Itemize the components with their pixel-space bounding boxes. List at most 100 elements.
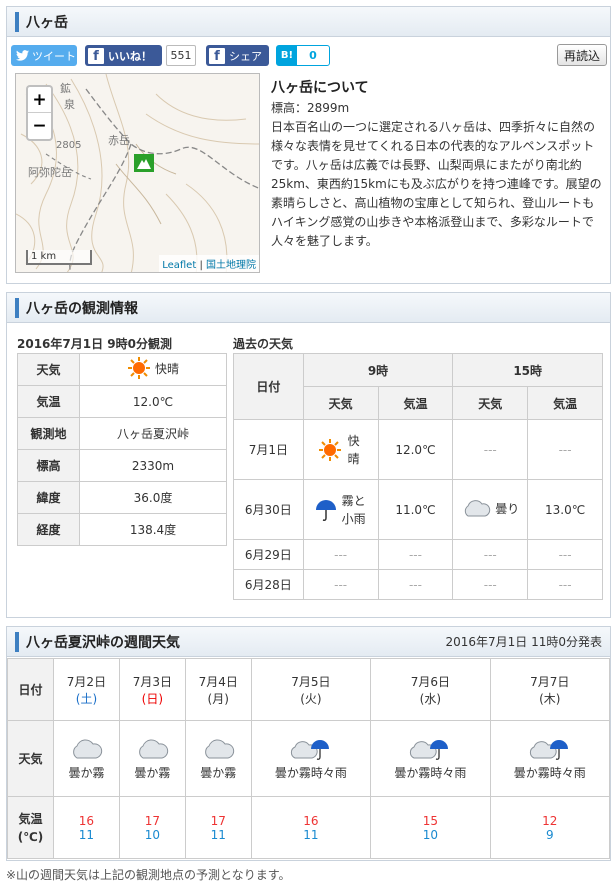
sun-icon bbox=[127, 357, 150, 379]
table-row: 天気 快晴 bbox=[17, 353, 227, 386]
cloud-umbrella-icon bbox=[290, 739, 329, 760]
about-elevation: 標高：2899m bbox=[271, 101, 350, 115]
row-key: 天気 bbox=[7, 720, 54, 797]
table-row: 7月1日 快晴 12.0℃ --- --- bbox=[233, 419, 603, 480]
day-weather: 曇か霧 bbox=[53, 720, 120, 797]
share-label: シェア bbox=[229, 49, 262, 63]
table-row: 経度 138.4度 bbox=[17, 513, 227, 546]
row-weather-15h: --- bbox=[452, 419, 529, 480]
facebook-share-button[interactable]: f シェア bbox=[206, 45, 269, 66]
day-date: 7月3日 (日) bbox=[118, 658, 186, 721]
published-time: 2016年7月1日 11時0分発表 bbox=[445, 635, 602, 649]
row-temp-15h: --- bbox=[527, 539, 603, 570]
high-temp: 17 bbox=[210, 813, 226, 828]
col-date: 日付 bbox=[233, 353, 304, 420]
reload-button[interactable]: 再読込 bbox=[557, 44, 607, 66]
low-temp: 9 bbox=[545, 827, 554, 842]
low-temp: 10 bbox=[422, 827, 438, 842]
zoom-out-button[interactable]: − bbox=[28, 113, 51, 139]
map-attribution: Leaflet | 国土地理院 bbox=[159, 255, 259, 272]
leaflet-link[interactable]: Leaflet bbox=[162, 260, 196, 271]
gsi-link[interactable]: 国土地理院 bbox=[206, 260, 256, 271]
row-weather-9h: 霧と小雨 bbox=[302, 479, 379, 540]
weekday-text: 月 bbox=[212, 691, 225, 706]
sun-icon bbox=[318, 438, 341, 461]
weekly-title: 八ヶ岳夏沢峠の週間天気 bbox=[15, 631, 180, 652]
attribution-separator: | bbox=[196, 260, 206, 271]
table-row: 6月28日 --- --- --- --- bbox=[233, 569, 603, 600]
table-row: 観測地 八ヶ岳夏沢峠 bbox=[17, 417, 227, 450]
past-weather-table: 日付 9時 15時 天気 気温 天気 気温 7月1日 快晴 12.0℃ --- … bbox=[233, 353, 603, 600]
map[interactable]: 鉱 泉 2805 赤岳 阿弥陀岳 + − 1 km Leaflet | 国土地理… bbox=[15, 73, 260, 273]
weather-label: 曇か霧 bbox=[200, 765, 237, 780]
table-header-row: 日付 9時 15時 bbox=[233, 353, 603, 420]
table-row: 緯度 36.0度 bbox=[17, 481, 227, 514]
table-row: 6月30日 霧と小雨 11.0℃ 曇り 13.0℃ bbox=[233, 479, 603, 540]
observation-header: 八ヶ岳の観測情報 bbox=[7, 293, 610, 323]
date-label: 7月4日 bbox=[198, 674, 238, 689]
date-label: 7月6日 bbox=[410, 674, 450, 689]
high-temp: 16 bbox=[78, 813, 95, 828]
high-temp: 15 bbox=[422, 813, 438, 828]
row-value: 快晴 bbox=[79, 353, 227, 386]
low-temp: 11 bbox=[78, 827, 95, 842]
like-button[interactable]: f いいね！ bbox=[85, 45, 162, 66]
weekday-text: 火 bbox=[304, 691, 317, 706]
day-temp: 17 11 bbox=[184, 796, 252, 859]
map-label: 赤岳 bbox=[108, 134, 130, 147]
map-label: 2805 bbox=[56, 140, 82, 151]
row-temp-15h: --- bbox=[527, 419, 603, 480]
high-temp: 17 bbox=[144, 813, 160, 828]
day-weather: 曇か霧時々雨 bbox=[370, 720, 491, 797]
date-label: 7月2日 bbox=[66, 674, 107, 689]
row-key: 緯度 bbox=[17, 481, 80, 514]
col-weather: 天気 bbox=[452, 386, 529, 420]
weekday-label: (火) bbox=[300, 691, 322, 706]
day-weather: 曇か霧 bbox=[184, 720, 252, 797]
weather-label: 快晴 bbox=[154, 361, 179, 376]
row-weather-15h: --- bbox=[452, 539, 529, 570]
hatena-bookmark-button[interactable]: B! 0 bbox=[276, 45, 330, 66]
day-weather: 曇か霧時々雨 bbox=[250, 720, 372, 797]
col-15h: 15時 bbox=[452, 353, 603, 387]
row-date: 6月30日 bbox=[233, 479, 304, 540]
table-row: 気温 12.0℃ bbox=[17, 385, 227, 418]
zoom-in-button[interactable]: + bbox=[28, 87, 51, 113]
row-value: 138.4度 bbox=[79, 513, 227, 546]
cloud-umbrella-icon bbox=[410, 739, 449, 760]
weekly-note: ※山の週間天気は上記の観測地点の予測となります。 bbox=[6, 868, 291, 882]
table-row: 6月29日 --- --- --- --- bbox=[233, 539, 603, 570]
day-temp: 15 10 bbox=[370, 796, 491, 859]
weather-label: 曇り bbox=[495, 501, 520, 516]
twitter-bird-icon bbox=[16, 50, 29, 61]
row-key: 天気 bbox=[17, 353, 80, 386]
observation-time: 2016年7月1日 9時0分観測 bbox=[17, 337, 172, 351]
about-description: 日本百名山の一つに選定される八ヶ岳は、四季折々に自然の様々な表情を見せてくれる日… bbox=[271, 120, 602, 248]
tweet-button[interactable]: ツイート bbox=[11, 45, 77, 66]
observation-table: 天気 快晴 気温 12.0℃ 観測地 八ヶ岳夏沢峠 標高 2330m 緯度 36.0度 … bbox=[17, 353, 227, 546]
mountain-marker-icon[interactable] bbox=[134, 154, 154, 172]
cloud-icon bbox=[139, 739, 169, 758]
weather-label: 曇か霧時々雨 bbox=[394, 765, 467, 780]
page-title: 八ヶ岳 bbox=[15, 11, 68, 32]
map-label: 泉 bbox=[64, 98, 75, 111]
like-label: いいね！ bbox=[108, 49, 152, 63]
weekly-panel: 八ヶ岳夏沢峠の週間天気 2016年7月1日 11時0分発表 日付 7月2日 (土)… bbox=[6, 626, 611, 861]
low-temp: 11 bbox=[210, 827, 226, 842]
day-date: 7月2日 (土) bbox=[53, 658, 120, 721]
cloud-umbrella-icon bbox=[529, 739, 568, 760]
row-value: 八ヶ岳夏沢峠 bbox=[79, 417, 227, 450]
row-value: 12.0℃ bbox=[79, 385, 227, 418]
row-temp-9h: 12.0℃ bbox=[377, 419, 454, 480]
weekly-header: 八ヶ岳夏沢峠の週間天気 2016年7月1日 11時0分発表 bbox=[7, 627, 610, 657]
weekly-table: 日付 7月2日 (土) 7月3日 (日) 7月4日 (月) 7月5日 (火) 7月6日 (… bbox=[7, 658, 611, 859]
weather-label: 曇か霧 bbox=[134, 765, 171, 780]
col-weather: 天気 bbox=[302, 386, 379, 420]
observation-title: 八ヶ岳の観測情報 bbox=[15, 297, 138, 318]
temp-label: 気温 bbox=[18, 811, 43, 826]
row-key: 日付 bbox=[7, 658, 54, 721]
row-temp-15h: 13.0℃ bbox=[527, 479, 603, 540]
row-temp-9h: --- bbox=[377, 569, 454, 600]
weekday-text: 木 bbox=[543, 691, 556, 706]
high-temp: 16 bbox=[303, 813, 319, 828]
